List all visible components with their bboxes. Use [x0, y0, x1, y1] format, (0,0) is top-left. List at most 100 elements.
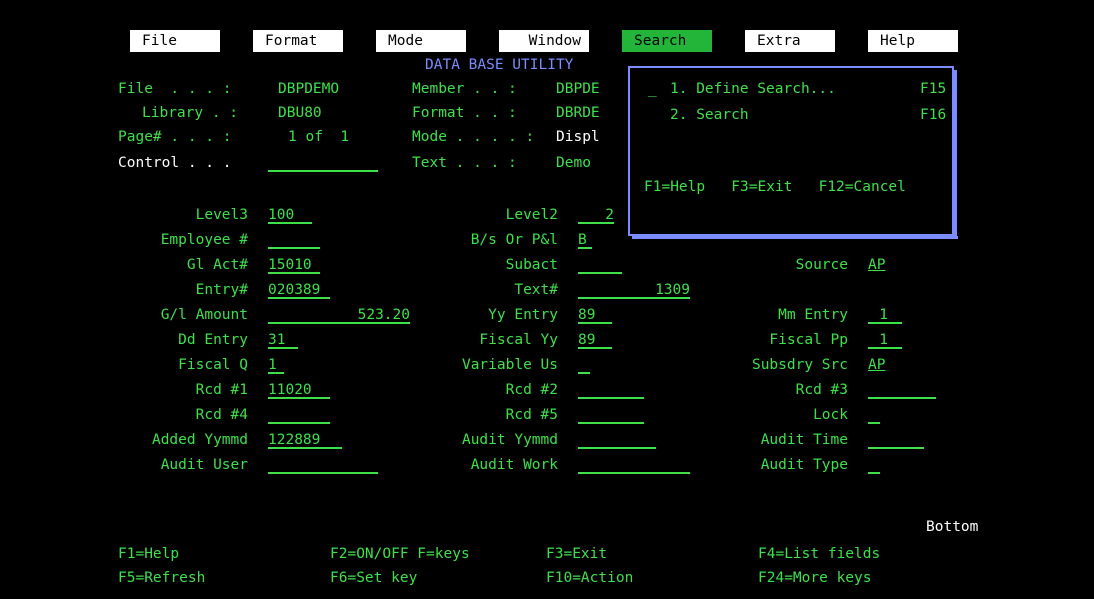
menu-format[interactable]: Format: [253, 30, 343, 52]
fiscal-yy-label: Fiscal Yy: [479, 332, 558, 348]
level3-input[interactable]: 100: [268, 206, 312, 224]
text-no-label: Text#: [514, 282, 558, 298]
rcd1-label: Rcd #1: [195, 382, 248, 398]
fkey-f10[interactable]: F10=Action: [546, 569, 633, 587]
variable-us-input[interactable]: [578, 356, 590, 374]
file-value: DBPDEMO: [278, 81, 340, 97]
fiscal-q-input[interactable]: 1: [268, 356, 284, 374]
popup-selection-input[interactable]: _: [648, 80, 657, 98]
fkey-f1[interactable]: F1=Help: [118, 545, 179, 563]
level3-label: Level3: [195, 207, 248, 223]
format-label: Format . . :: [412, 105, 526, 121]
format-value: DBRDE: [556, 105, 600, 121]
bs-pl-label: B/s Or P&l: [470, 232, 558, 248]
popup-item-search[interactable]: 2. Search: [670, 106, 749, 124]
member-label: Member . . :: [412, 81, 526, 97]
fiscal-yy-input[interactable]: 89: [578, 331, 612, 349]
menu-search[interactable]: Search: [622, 30, 712, 52]
audit-type-input[interactable]: [868, 456, 880, 474]
fkey-f24[interactable]: F24=More keys: [758, 569, 872, 587]
subsdry-src-input[interactable]: AP: [868, 356, 885, 374]
audit-time-input[interactable]: [868, 431, 924, 449]
audit-user-input[interactable]: [268, 456, 378, 474]
fiscal-q-label: Fiscal Q: [178, 357, 248, 373]
rcd5-input[interactable]: [578, 406, 644, 424]
menu-window[interactable]: Window: [499, 30, 589, 52]
employee-input[interactable]: [268, 231, 320, 249]
fkey-f6[interactable]: F6=Set key: [330, 569, 417, 587]
subsdry-src-label: Subsdry Src: [751, 357, 848, 373]
audit-yymmd-label: Audit Yymmd: [461, 432, 558, 448]
text-value: Demo: [556, 155, 591, 171]
rcd2-input[interactable]: [578, 381, 644, 399]
added-yymmd-label: Added Yymmd: [151, 432, 248, 448]
control-input[interactable]: [268, 154, 378, 172]
bottom-indicator: Bottom: [926, 519, 979, 535]
fkey-f4[interactable]: F4=List fields: [758, 545, 880, 563]
page-label: Page# . . . :: [118, 129, 249, 145]
fkey-f5[interactable]: F5=Refresh: [118, 569, 205, 587]
source-input[interactable]: AP: [868, 256, 885, 274]
audit-work-label: Audit Work: [470, 457, 558, 473]
rcd3-input[interactable]: [868, 381, 936, 399]
rcd5-label: Rcd #5: [505, 407, 558, 423]
rcd2-label: Rcd #2: [505, 382, 558, 398]
rcd4-label: Rcd #4: [195, 407, 248, 423]
gl-act-label: Gl Act#: [186, 257, 248, 273]
gl-amount-label: G/l Amount: [160, 307, 248, 323]
fkey-f3[interactable]: F3=Exit: [546, 545, 607, 563]
popup-fkeys: F1=Help F3=Exit F12=Cancel: [644, 179, 906, 195]
yy-entry-input[interactable]: 89: [578, 306, 612, 324]
text-label: Text . . . :: [412, 155, 526, 171]
popup-item-define-search-key: F15: [920, 81, 947, 97]
dd-entry-input[interactable]: 31: [268, 331, 298, 349]
fiscal-pp-input[interactable]: 1: [868, 331, 902, 349]
variable-us-label: Variable Us: [461, 357, 558, 373]
lock-input[interactable]: [868, 406, 880, 424]
popup-item-search-key: F16: [920, 107, 947, 123]
gl-amount-input[interactable]: 523.20: [268, 306, 410, 324]
audit-type-label: Audit Type: [760, 457, 848, 473]
audit-work-input[interactable]: [578, 456, 690, 474]
popup-item-define-search[interactable]: 1. Define Search...: [670, 80, 836, 98]
control-label: Control . . .: [118, 155, 232, 171]
source-label: Source: [795, 257, 848, 273]
employee-label: Employee #: [160, 232, 248, 248]
text-no-input[interactable]: 1309: [578, 281, 690, 299]
audit-yymmd-input[interactable]: [578, 431, 656, 449]
screen-title: DATA BASE UTILITY: [425, 57, 574, 73]
file-label: File . . . :: [118, 81, 241, 97]
mode-value: Displ: [556, 129, 600, 145]
level2-input[interactable]: 2: [578, 206, 614, 224]
search-popup: _ 1. Define Search... F15 2. Search F16 …: [628, 66, 954, 236]
library-value: DBU80: [278, 105, 322, 121]
dd-entry-label: Dd Entry: [178, 332, 248, 348]
rcd3-label: Rcd #3: [795, 382, 848, 398]
yy-entry-label: Yy Entry: [488, 307, 558, 323]
menu-help[interactable]: Help: [868, 30, 958, 52]
added-yymmd-input[interactable]: 122889: [268, 431, 342, 449]
mode-label: Mode . . . . :: [412, 129, 543, 145]
entry-input[interactable]: 020389: [268, 281, 330, 299]
menu-mode[interactable]: Mode: [376, 30, 466, 52]
library-label: Library . :: [142, 105, 247, 121]
mm-entry-input[interactable]: 1: [868, 306, 902, 324]
lock-label: Lock: [813, 407, 848, 423]
audit-user-label: Audit User: [160, 457, 248, 473]
page-value: 1 of 1: [288, 129, 350, 145]
rcd1-input[interactable]: 11020: [268, 381, 330, 399]
member-value: DBPDE: [556, 81, 600, 97]
bs-pl-input[interactable]: B: [578, 231, 592, 249]
fkey-f2[interactable]: F2=ON/OFF F=keys: [330, 545, 470, 563]
menu-extra[interactable]: Extra: [745, 30, 835, 52]
entry-label: Entry#: [195, 282, 248, 298]
subact-label: Subact: [505, 257, 558, 273]
subact-input[interactable]: [578, 256, 622, 274]
fiscal-pp-label: Fiscal Pp: [769, 332, 848, 348]
audit-time-label: Audit Time: [760, 432, 848, 448]
popup-shadow-right: [954, 70, 957, 239]
menu-file[interactable]: File: [130, 30, 220, 52]
level2-label: Level2: [505, 207, 558, 223]
rcd4-input[interactable]: [268, 406, 330, 424]
gl-act-input[interactable]: 15010: [268, 256, 320, 274]
